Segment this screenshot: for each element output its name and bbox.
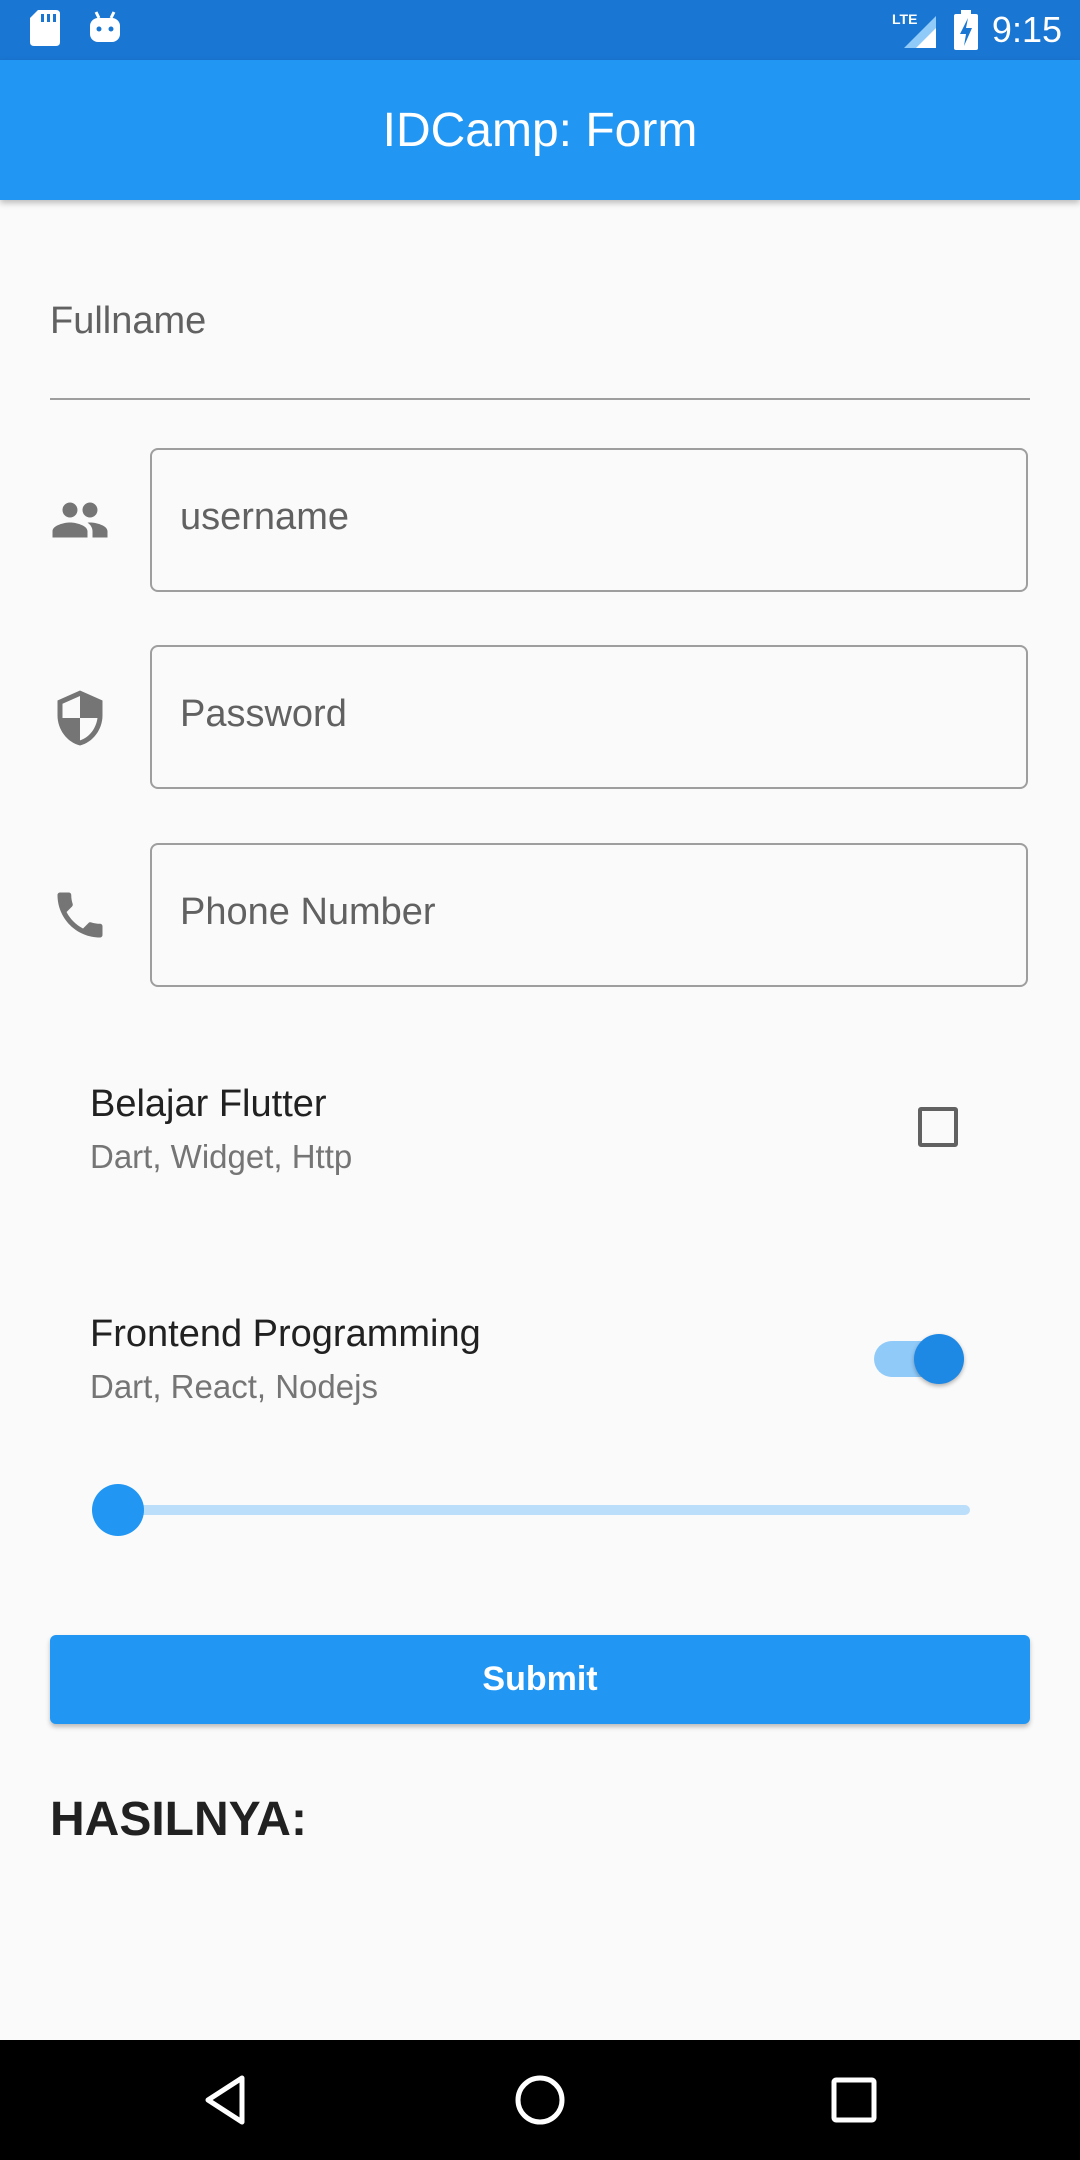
sd-card-icon bbox=[30, 10, 60, 46]
android-icon bbox=[90, 11, 120, 42]
phone-placeholder: Phone Number bbox=[180, 891, 436, 933]
phone-icon bbox=[57, 892, 103, 938]
svg-text:LTE: LTE bbox=[892, 11, 917, 27]
navigation-bar bbox=[0, 2040, 1080, 2160]
fullname-field[interactable]: Fullname bbox=[50, 260, 1030, 400]
username-placeholder: username bbox=[180, 496, 349, 538]
status-time: 9:15 bbox=[991, 9, 1062, 50]
shield-icon bbox=[57, 690, 103, 746]
result-heading: HASILNYA: bbox=[50, 1793, 307, 1846]
home-icon[interactable] bbox=[510, 2070, 570, 2130]
slider-thumb[interactable] bbox=[92, 1484, 144, 1536]
battery-charging-icon bbox=[953, 10, 978, 50]
fullname-label: Fullname bbox=[50, 300, 207, 342]
checkbox-tile-subtitle: Dart, Widget, Http bbox=[90, 1138, 353, 1175]
belajar-flutter-checkbox[interactable] bbox=[918, 1107, 958, 1147]
submit-button[interactable]: Submit bbox=[50, 1635, 1030, 1724]
frontend-switch-thumb[interactable] bbox=[914, 1334, 964, 1384]
submit-label: Submit bbox=[482, 1660, 598, 1698]
people-icon bbox=[52, 502, 108, 538]
page-title: IDCamp: Form bbox=[382, 103, 698, 157]
slider-track[interactable] bbox=[118, 1505, 970, 1515]
password-placeholder: Password bbox=[180, 693, 347, 735]
checkbox-tile-title: Belajar Flutter bbox=[90, 1083, 327, 1125]
switch-tile-title: Frontend Programming bbox=[90, 1313, 481, 1355]
app-bar: IDCamp: Form bbox=[0, 60, 1080, 200]
back-icon[interactable] bbox=[196, 2070, 256, 2130]
username-input[interactable]: username bbox=[150, 448, 1028, 592]
password-input[interactable]: Password bbox=[150, 645, 1028, 789]
switch-tile-subtitle: Dart, React, Nodejs bbox=[90, 1368, 378, 1405]
status-bar: LTE 9:15 bbox=[0, 0, 1080, 60]
lte-signal-icon: LTE bbox=[892, 11, 936, 48]
recents-icon[interactable] bbox=[824, 2070, 884, 2130]
phone-number-input[interactable]: Phone Number bbox=[150, 843, 1028, 987]
